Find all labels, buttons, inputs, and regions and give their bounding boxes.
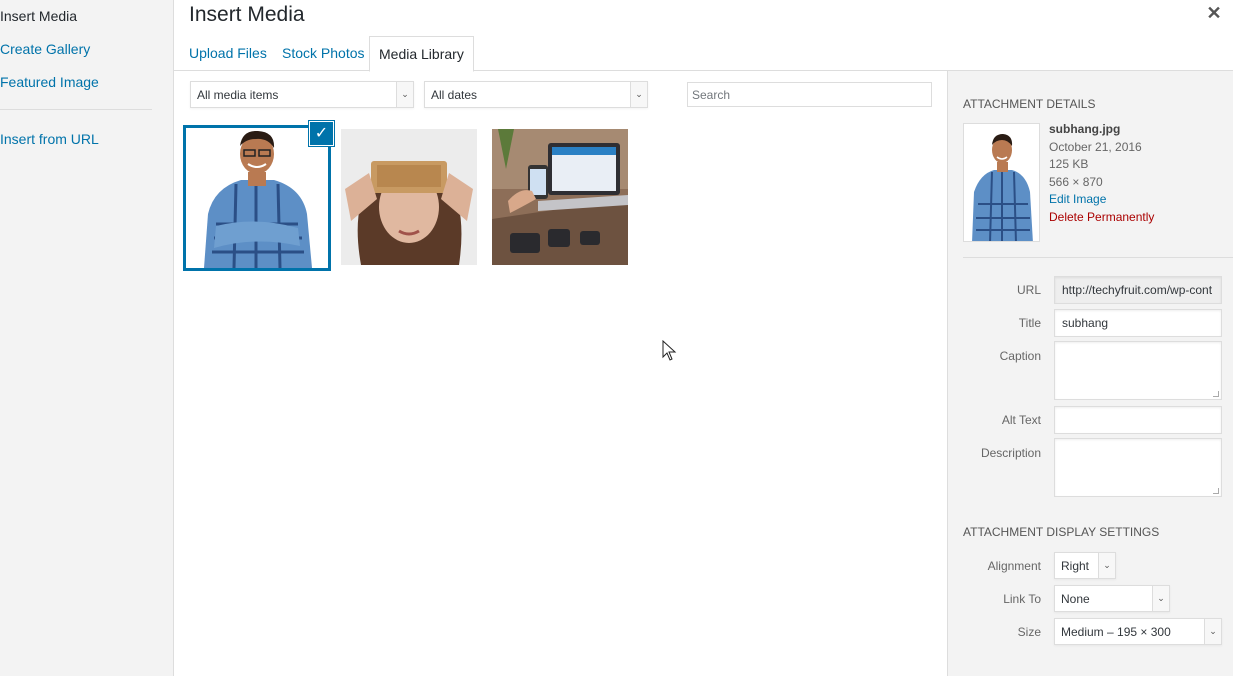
delete-permanently-link[interactable]: Delete Permanently — [1049, 210, 1154, 224]
close-icon[interactable]: ✕ — [1203, 2, 1225, 24]
attachment-filename: subhang.jpg — [1049, 122, 1121, 136]
url-field[interactable]: http://techyfruit.com/wp-cont — [1054, 276, 1222, 304]
sidebar-item-insert-from-url[interactable]: Insert from URL — [0, 131, 99, 147]
chevron-down-icon: ⌄ — [630, 82, 647, 107]
caption-label: Caption — [999, 349, 1041, 363]
search-input[interactable]: Search — [687, 82, 932, 107]
attachment-date: October 21, 2016 — [1049, 140, 1142, 154]
vr-headset-image — [341, 129, 477, 265]
date-filter-value: All dates — [431, 88, 478, 102]
attachment-dimensions: 566 × 870 — [1049, 175, 1103, 189]
attachment-details-heading: ATTACHMENT DETAILS — [963, 97, 1096, 111]
alt-text-label: Alt Text — [1001, 413, 1041, 427]
size-value: Medium – 195 × 300 — [1061, 625, 1171, 639]
display-settings-heading: ATTACHMENT DISPLAY SETTINGS — [963, 525, 1160, 539]
url-label: URL — [1016, 283, 1041, 297]
size-label: Size — [1017, 625, 1041, 639]
alignment-label: Alignment — [987, 559, 1041, 573]
caption-field[interactable] — [1054, 341, 1222, 400]
chevron-down-icon: ⌄ — [1152, 586, 1169, 611]
tab-upload-files[interactable]: Upload Files — [189, 45, 267, 61]
attachment-thumbnail — [963, 123, 1040, 242]
date-filter[interactable]: All dates ⌄ — [424, 81, 648, 108]
description-field[interactable] — [1054, 438, 1222, 497]
page-title: Insert Media — [189, 3, 305, 26]
sidebar-item-create-gallery[interactable]: Create Gallery — [0, 41, 90, 57]
media-type-filter-value: All media items — [197, 88, 279, 102]
sidebar-item-insert-media[interactable]: Insert Media — [0, 8, 77, 24]
alignment-select[interactable]: Right ⌄ — [1054, 552, 1116, 579]
description-label: Description — [980, 446, 1041, 460]
title-label: Title — [1018, 316, 1041, 330]
resize-handle-icon[interactable] — [1213, 391, 1219, 397]
details-divider — [963, 257, 1233, 258]
laptop-desk-image — [492, 129, 628, 265]
chevron-down-icon: ⌄ — [1098, 553, 1115, 578]
tab-stock-photos[interactable]: Stock Photos — [282, 45, 365, 61]
media-item-person-checked-shirt[interactable] — [183, 125, 331, 271]
media-type-filter[interactable]: All media items ⌄ — [190, 81, 414, 108]
media-sidebar: Insert Media Create Gallery Featured Ima… — [0, 0, 174, 676]
sidebar-separator — [0, 109, 152, 110]
title-field[interactable]: subhang — [1054, 309, 1222, 337]
alignment-value: Right — [1061, 559, 1090, 573]
link-to-value: None — [1061, 592, 1090, 606]
size-select[interactable]: Medium – 195 × 300 ⌄ — [1054, 618, 1222, 645]
tab-media-library[interactable]: Media Library — [369, 36, 474, 72]
person-image — [186, 128, 328, 268]
alt-text-field[interactable] — [1054, 406, 1222, 434]
sidebar-item-featured-image[interactable]: Featured Image — [0, 74, 99, 90]
checkmark-icon[interactable]: ✓ — [309, 121, 334, 146]
media-tabs: Upload Files Stock Photos Media Library — [174, 36, 1233, 72]
chevron-down-icon: ⌄ — [396, 82, 413, 107]
link-to-label: Link To — [1003, 592, 1041, 606]
mouse-pointer-icon — [662, 339, 678, 367]
edit-image-link[interactable]: Edit Image — [1049, 192, 1106, 206]
link-to-select[interactable]: None ⌄ — [1054, 585, 1170, 612]
chevron-down-icon: ⌄ — [1204, 619, 1221, 644]
media-item-laptop-phone[interactable] — [492, 129, 628, 265]
media-item-vr-headset[interactable] — [341, 129, 477, 265]
attachment-size: 125 KB — [1049, 157, 1089, 171]
resize-handle-icon[interactable] — [1213, 488, 1219, 494]
